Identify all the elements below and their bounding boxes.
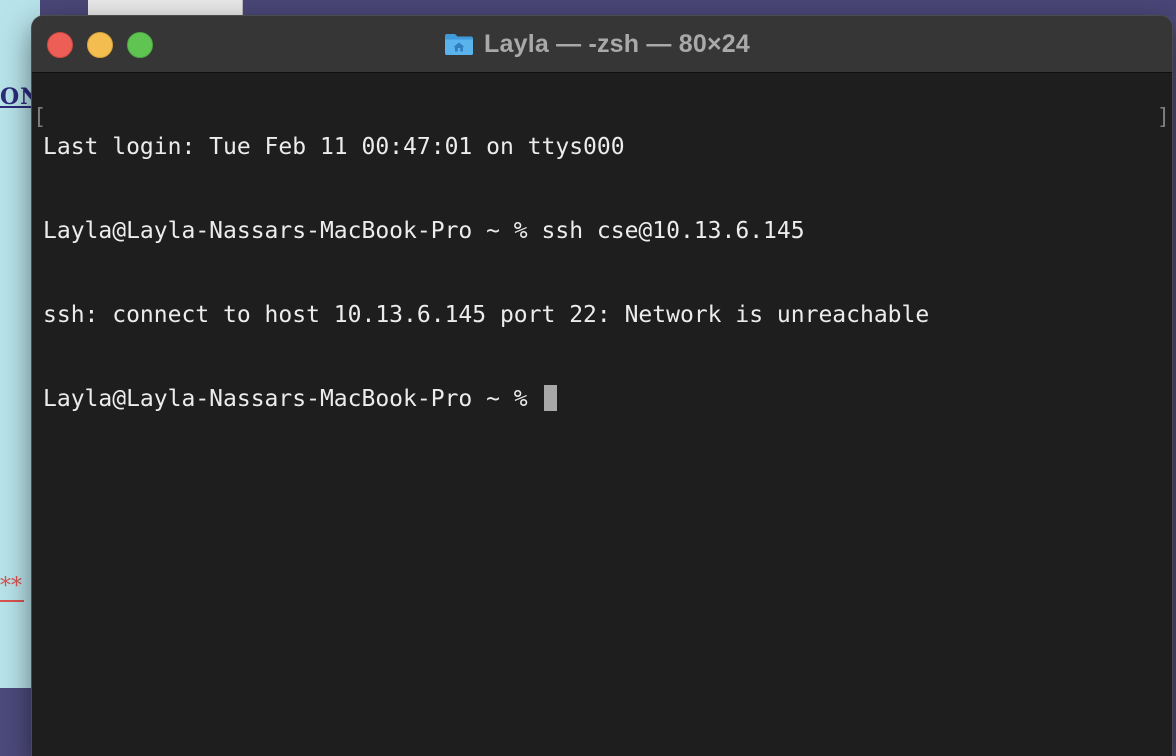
text-cursor bbox=[543, 385, 557, 411]
terminal-window[interactable]: Layla — -zsh — 80×24 [ ] Last login: Tue… bbox=[32, 16, 1172, 756]
terminal-content[interactable]: [ ] Last login: Tue Feb 11 00:47:01 on t… bbox=[32, 73, 1172, 756]
terminal-line-last-login: Last login: Tue Feb 11 00:47:01 on ttys0… bbox=[43, 134, 625, 160]
terminal-line-ssh-error: ssh: connect to host 10.13.6.145 port 22… bbox=[43, 302, 930, 328]
terminal-prompt-line[interactable]: Layla@Layla-Nassars-MacBook-Pro ~ % bbox=[43, 385, 929, 413]
shell-prompt: Layla@Layla-Nassars-MacBook-Pro ~ % bbox=[43, 386, 542, 412]
terminal-line-ssh-command: Layla@Layla-Nassars-MacBook-Pro ~ % ssh … bbox=[43, 218, 805, 244]
line-mark-right: ] bbox=[1156, 105, 1170, 130]
terminal-output: Last login: Tue Feb 11 00:47:01 on ttys0… bbox=[43, 77, 929, 469]
background-window-tab[interactable] bbox=[88, 0, 243, 16]
home-folder-icon bbox=[444, 32, 474, 56]
background-window-stars: ** bbox=[0, 574, 24, 602]
window-title-group: Layla — -zsh — 80×24 bbox=[32, 16, 1172, 72]
title-bar[interactable]: Layla — -zsh — 80×24 bbox=[32, 16, 1172, 73]
window-title: Layla — -zsh — 80×24 bbox=[484, 29, 750, 58]
